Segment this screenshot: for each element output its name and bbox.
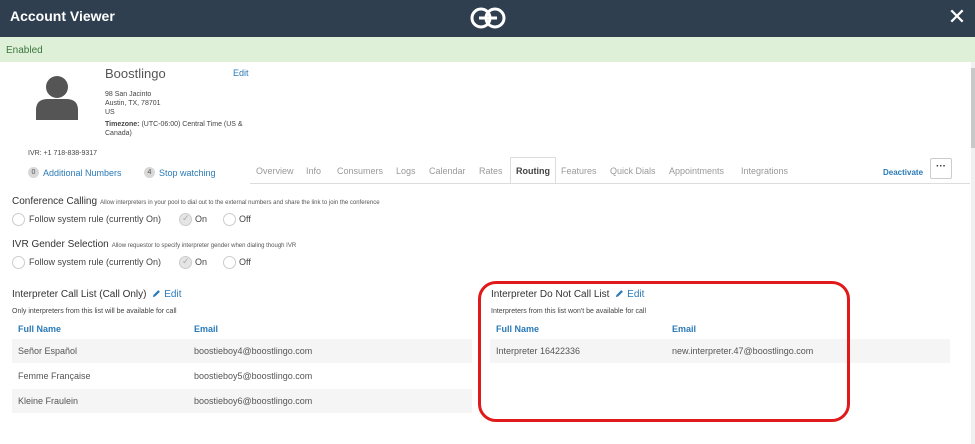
timezone-value: (UTC-06:00) Central Time (US & [141,121,243,128]
window-title: Account Viewer [10,8,115,24]
radio-label-follow-system-rule: Follow system rule (currently On) [29,214,162,224]
tab-calendar[interactable]: Calendar [429,166,466,176]
call-list-header: Interpreter Call List (Call Only) Edit [12,289,182,300]
radio-off[interactable] [223,256,236,269]
tab-rates[interactable]: Rates [479,166,503,176]
highlight-annotation [478,281,850,422]
address-line-2: Austin, TX, 78701 [105,100,161,107]
status-banner: Enabled [0,37,975,62]
tab-appointments[interactable]: Appointments [669,166,724,176]
tab-bar: Overview Info Consumers Logs Calendar Ra… [0,157,975,184]
radio-label-on: On [195,257,208,267]
radio-follow-system-rule[interactable] [12,213,25,226]
call-list-edit-button[interactable]: Edit [152,289,182,300]
ivr-gender-title: IVR Gender Selection [12,239,109,250]
cell-email: boostieboy6@boostlingo.com [194,396,313,406]
scrollbar-thumb[interactable] [971,68,975,148]
radio-label-off: Off [239,214,251,224]
address-line-3: US [105,109,115,116]
column-header-email[interactable]: Email [194,324,218,334]
call-list-title: Interpreter Call List (Call Only) [12,289,147,300]
tab-info[interactable]: Info [306,166,321,176]
ivr-number: IVR: +1 718-838-9317 [28,150,98,157]
table-row[interactable]: Femme Française boostieboy5@boostlingo.c… [12,364,472,388]
conference-calling-description: Allow interpreters in your pool to dial … [100,200,380,206]
pencil-icon [153,290,161,298]
conference-calling-title: Conference Calling [12,196,98,207]
timezone: Timezone: (UTC-06:00) Central Time (US & [105,120,243,129]
tab-consumers[interactable]: Consumers [337,166,383,176]
table-row[interactable]: Señor Español boostieboy4@boostlingo.com [12,339,472,363]
call-list-edit-label: Edit [164,289,182,300]
tabs-divider [250,183,970,184]
cell-full-name: Señor Español [18,346,78,356]
deactivate-button[interactable]: Deactivate [883,168,923,177]
conference-calling-section: Conference Calling Allow interpreters in … [12,196,380,207]
timezone-continued: Canada) [105,130,132,137]
table-row[interactable]: Kleine Fraulein boostieboy6@boostlingo.c… [12,389,472,413]
title-bar: Account Viewer ✕ [0,0,975,37]
edit-account-link[interactable]: Edit [233,68,249,78]
address-line-1: 98 San Jacinto [105,91,152,98]
cell-full-name: Femme Française [18,371,91,381]
tab-routing[interactable]: Routing [510,157,556,184]
account-name: Boostlingo [105,66,166,81]
tab-overview[interactable]: Overview [256,166,294,176]
timezone-label: Timezone: [105,121,140,128]
radio-label-follow-system-rule: Follow system rule (currently On) [29,257,162,267]
cell-email: boostieboy5@boostlingo.com [194,371,313,381]
ivr-gender-section: IVR Gender Selection Allow requestor to s… [12,239,296,250]
cell-full-name: Kleine Fraulein [18,396,79,406]
tab-features[interactable]: Features [561,166,597,176]
radio-follow-system-rule[interactable] [12,256,25,269]
tab-logs[interactable]: Logs [396,166,416,176]
cell-email: boostieboy4@boostlingo.com [194,346,313,356]
radio-on[interactable] [179,256,192,269]
call-list-description: Only interpreters from this list will be… [12,308,177,315]
tab-quick-dials[interactable]: Quick Dials [610,166,656,176]
more-actions-button[interactable]: ··· [930,158,952,179]
radio-label-on: On [195,214,208,224]
tab-integrations[interactable]: Integrations [741,166,788,176]
radio-off[interactable] [223,213,236,226]
ivr-gender-description: Allow requestor to specify interpreter g… [111,243,297,249]
boostlingo-logo-icon [470,7,506,29]
radio-on[interactable] [179,213,192,226]
close-icon[interactable]: ✕ [947,5,967,29]
radio-label-off: Off [239,257,251,267]
avatar-icon [36,76,78,120]
column-header-full-name[interactable]: Full Name [18,324,61,334]
